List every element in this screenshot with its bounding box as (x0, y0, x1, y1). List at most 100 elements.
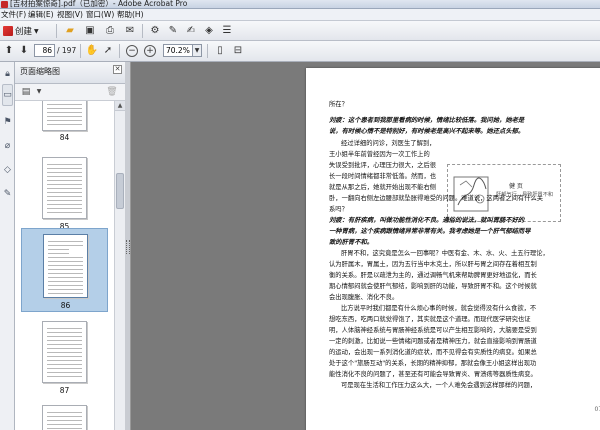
sign-icon[interactable]: ✍ (184, 24, 198, 38)
menu-window[interactable]: 窗口(W) (86, 9, 114, 21)
hand-tool-icon[interactable]: ✋ (85, 44, 99, 58)
pdf-page: 健 页 肝郁气行，易致肝胃不和 079 所在？ 刘疲：这个患者到我那里看病的时候，… (306, 68, 600, 430)
delete-icon[interactable]: 🗑︎ (105, 86, 119, 98)
sidebar-callout-title: 健 页 (509, 183, 523, 190)
navigation-pane-strip: 🔒︎ ▭ ⚑ ⌀ ◇ ✎ (0, 62, 15, 430)
pages-icon: ▭ (3, 90, 12, 100)
layers-icon[interactable]: ◇ (2, 164, 13, 176)
page-number: 079 (594, 406, 600, 413)
create-pdf-icon (3, 26, 13, 36)
toolbar-separator (142, 24, 143, 38)
document-text-line: 一种胃病，这个疾病跟情绪异常非常有关。我考虑她是一个肝气郁结而导 (329, 228, 531, 235)
splitter-grip[interactable] (126, 240, 130, 254)
thumbnail-page[interactable] (21, 403, 108, 430)
thumbnails-toolbar: ▤ ▼ 🗑︎ (15, 84, 125, 101)
document-text-line: 就是从那之后，她就开始出现不能右侧 (329, 184, 437, 191)
zoom-out-icon[interactable]: − (126, 45, 138, 57)
acrobat-app-icon (1, 1, 8, 8)
document-text-line: 致的肝胃不和。 (329, 239, 374, 246)
menu-file[interactable]: 文件(F) (1, 9, 26, 21)
document-text-line: 想吃东西，吃两口就觉得饱了，其实就是这个道理。而现代医学研究也证 (329, 316, 531, 323)
lock-icon[interactable]: 🔒︎ (2, 68, 13, 80)
thumbnails-title: 页面缩略图 (20, 67, 60, 76)
scroll-up-icon[interactable]: ▲ (115, 101, 125, 111)
thumbnail-page[interactable]: 84 (21, 101, 108, 143)
thumbnail-image (42, 405, 87, 430)
document-text-line: 卧，一翻向右侧左边腰部就坠胀得难受的问题。难道说，这两者之间有什么关 (329, 195, 544, 202)
document-text-line: 可是现在生活和工作压力这么大，一个人难免会遇到这样那样的问题， (341, 382, 537, 389)
save-icon[interactable]: ▣ (83, 24, 97, 38)
thumbnail-label: 87 (59, 386, 70, 395)
title-bar: [吉材拍案惊奇].pdf（已加密）- Adobe Acrobat Pro (0, 0, 600, 9)
toolbar-separator (119, 44, 120, 58)
email-icon[interactable]: ✉ (123, 24, 137, 38)
document-text-line: 能性消化不良的问题了，甚至还有可能会导致胃炎、胃溃疡等器质性病变。 (329, 371, 537, 378)
toolbar-separator (207, 44, 208, 58)
thumbnail-scrollbar[interactable]: ▲ (114, 101, 125, 430)
document-text-line: 刘疲：这个患者到我那里看病的时候，情绪比较低落。我问她，她老是 (329, 117, 525, 124)
settings-gear-icon[interactable]: ⚙ (148, 24, 162, 38)
toolbar-separator (56, 24, 57, 38)
bookmark-icon[interactable]: ⚑ (2, 116, 13, 128)
zoom-in-icon[interactable]: + (144, 45, 156, 57)
thumbnail-options-icon[interactable]: ▤ (19, 86, 33, 98)
create-button[interactable]: 创建 ▼ (3, 24, 53, 38)
document-text-line: 明，人体脑神经系统与胃肠神经系统是可以产生相互影响的，大脑要是受到 (329, 327, 537, 334)
zoom-level-select[interactable]: 70.2% (163, 44, 193, 57)
close-icon[interactable]: ✕ (113, 65, 122, 74)
document-text-line: 失误受到批评，心理压力很大，之后很 (329, 162, 437, 169)
attachment-icon[interactable]: ⌀ (2, 140, 13, 152)
page-thumbnails-panel: 页面缩略图 ✕ ▤ ▼ 🗑︎ 84 85 86 87 ▲ (15, 62, 125, 430)
chevron-down-icon: ▼ (34, 27, 39, 35)
thumbnail-page-selected[interactable]: 86 (21, 228, 108, 312)
toolbar-primary: 创建 ▼ ▰ ▣ ⎙ ✉ ⚙ ✎ ✍ ◈ ☰ (0, 21, 600, 41)
document-text-line: 说，有时候心情不是特别好，有时候老是高兴不起来等。她还点头郁。 (329, 128, 525, 135)
thumbnail-page[interactable]: 85 (21, 153, 108, 233)
document-text-line: 肝胃不和，这究竟是怎么一回事呢？中医有金、木、水、火、土五行理论， (341, 250, 549, 257)
select-tool-icon[interactable]: ➚ (101, 44, 115, 58)
thumbnail-image (42, 157, 87, 219)
previous-page-icon[interactable]: ⬆ (2, 44, 16, 58)
stamp-icon[interactable]: ◈ (202, 24, 216, 38)
menu-bar: 文件(F) 编辑(E) 视图(V) 窗口(W) 帮助(H) (0, 9, 600, 21)
create-button-label: 创建 (15, 27, 33, 37)
thumbnail-image (42, 101, 87, 131)
toolbar-separator (80, 44, 81, 58)
document-text-line: 长一段时间情绪都非常低落。然而，也 (329, 173, 437, 180)
fit-page-icon[interactable]: ▯ (213, 44, 227, 58)
menu-help[interactable]: 帮助(H) (117, 9, 144, 21)
signature-icon[interactable]: ✎ (2, 188, 13, 200)
menu-view[interactable]: 视图(V) (57, 9, 83, 21)
thumbnails-header: 页面缩略图 ✕ (15, 62, 125, 84)
next-page-icon[interactable]: ⬇ (17, 44, 31, 58)
document-view[interactable]: 健 页 肝郁气行，易致肝胃不和 079 所在？ 刘疲：这个患者到我那里看病的时候，… (131, 62, 600, 430)
chevron-down-icon[interactable]: ▼ (193, 44, 202, 57)
scrollbar-thumb[interactable] (116, 173, 124, 209)
thumbnail-image (43, 234, 88, 298)
comment-icon[interactable]: ✎ (166, 24, 180, 38)
chevron-down-icon[interactable]: ▼ (32, 86, 46, 98)
window-title: [吉材拍案惊奇].pdf（已加密）- Adobe Acrobat Pro (10, 0, 188, 8)
document-text-line: 系吗？ (329, 206, 348, 213)
print-icon[interactable]: ⎙ (103, 24, 117, 38)
thumbnail-page[interactable]: 87 (21, 317, 108, 397)
document-text-line: 王小姐半年前曾经因为一次工作上的 (329, 151, 430, 158)
thumbnail-label: 84 (59, 133, 70, 142)
review-icon[interactable]: ☰ (220, 24, 234, 38)
document-text-line: 比方说平时我们都是有什么烦心事的时候，就会觉得没有什么食欲，不 (341, 305, 537, 312)
page-total: / 197 (57, 46, 77, 55)
open-folder-icon[interactable]: ▰ (63, 24, 77, 38)
thumbnail-list[interactable]: 84 85 86 87 (15, 101, 114, 430)
document-text-line: 衡的关系。肝是以疏泄为主的，通过调畅气机来帮助脾胃更好地运化，而长 (329, 272, 537, 279)
menu-edit[interactable]: 编辑(E) (28, 9, 54, 21)
fit-width-icon[interactable]: ⊟ (231, 44, 245, 58)
document-text-line: 认为肝属木，胃属土，因为五行当中木克土，所以肝与胃之间存在着相互制 (329, 261, 537, 268)
document-text-line: 刘疲：有肝疾病，叫做功能性消化不良。通俗的说法，就叫胃肠不好的 (329, 217, 525, 224)
document-text-line: 经过详细的问诊，刘医生了解到， (341, 140, 436, 147)
document-text-line: 的运动，会出现一系列消化道的症状，而不见得会有实质性的病变。如果总 (329, 349, 537, 356)
thumbnail-label: 86 (60, 301, 71, 310)
ink-illustration-icon (453, 176, 489, 212)
page-number-input[interactable]: 86 (34, 44, 55, 57)
document-text-line: 期心情郁闷就会使肝气郁结，影响到肝的功能，导致肝胃不和。这个时候就 (329, 283, 537, 290)
thumbnail-image (42, 321, 87, 383)
